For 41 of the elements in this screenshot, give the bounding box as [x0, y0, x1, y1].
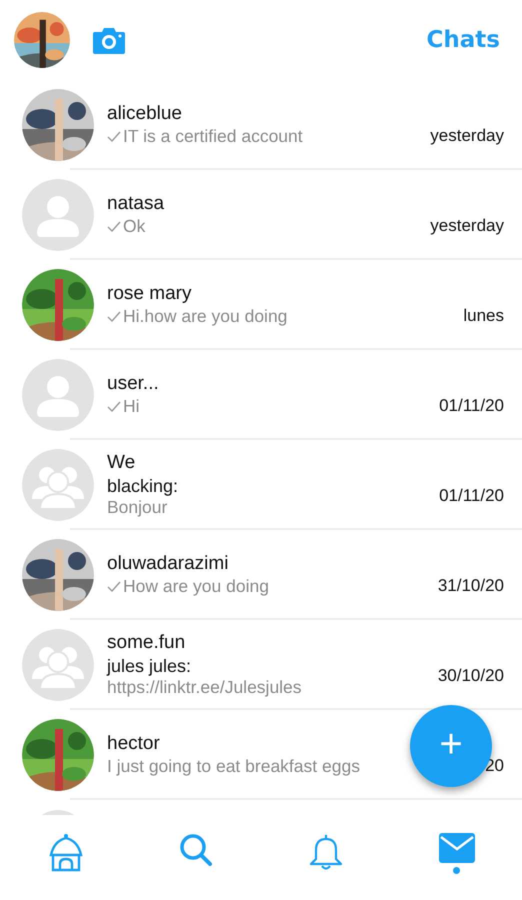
contact-name: natasa — [107, 192, 164, 216]
message-preview: I just going to eat breakfast eggs — [107, 756, 360, 778]
group-avatar-icon — [22, 449, 94, 521]
timestamp: 30/10/20 — [438, 664, 504, 686]
home-icon[interactable] — [48, 833, 84, 873]
page-title: Chats — [426, 26, 500, 55]
group-avatar-icon — [22, 629, 94, 701]
chat-row[interactable]: aliceblue IT is a certified account yesterday — [0, 80, 522, 170]
camera-icon[interactable] — [92, 26, 126, 54]
timestamp: yesterday — [430, 214, 504, 236]
message-preview: Hi — [123, 396, 140, 418]
person-avatar-icon — [22, 359, 94, 431]
sender-name: jules jules: — [107, 654, 192, 678]
message-preview: Hi.how are you doing — [123, 306, 288, 328]
contact-name: rose mary — [107, 282, 192, 306]
timestamp: lunes — [463, 304, 504, 326]
timestamp: 01/11/20 — [439, 394, 504, 416]
timestamp: 01/11/20 — [439, 484, 504, 506]
contact-name: oluwadarazimi — [107, 552, 228, 576]
message-preview: IT is a certified account — [123, 126, 303, 148]
bell-icon[interactable] — [308, 833, 344, 871]
chat-row[interactable]: We blacking: Bonjour 01/11/20 — [0, 440, 522, 530]
contact-name: user... — [107, 372, 159, 396]
sender-name: blacking: — [107, 474, 178, 498]
mail-icon[interactable] — [438, 833, 474, 863]
chat-row[interactable]: oluwadarazimi How are you doing 31/10/20 — [0, 530, 522, 620]
message-preview: Bonjour — [107, 497, 168, 520]
contact-name: some.fun — [107, 630, 186, 655]
chat-row[interactable]: rose mary Hi.how are you doing lunes — [0, 260, 522, 350]
chat-row[interactable]: user... Hi 01/11/20 — [0, 350, 522, 440]
timestamp: yesterday — [430, 124, 504, 146]
message-preview: How are you doing — [123, 576, 269, 598]
person-avatar-icon — [22, 179, 94, 251]
timestamp: 31/10/20 — [438, 574, 504, 596]
chat-row[interactable]: natasa Ok yesterday — [0, 170, 522, 260]
message-preview: https://linktr.ee/Julesjules — [107, 677, 302, 700]
contact-name: We — [107, 450, 136, 475]
contact-name: aliceblue — [107, 102, 182, 126]
message-preview: Ok — [123, 216, 146, 238]
contact-name: hector — [107, 732, 160, 756]
search-icon[interactable] — [178, 833, 212, 867]
